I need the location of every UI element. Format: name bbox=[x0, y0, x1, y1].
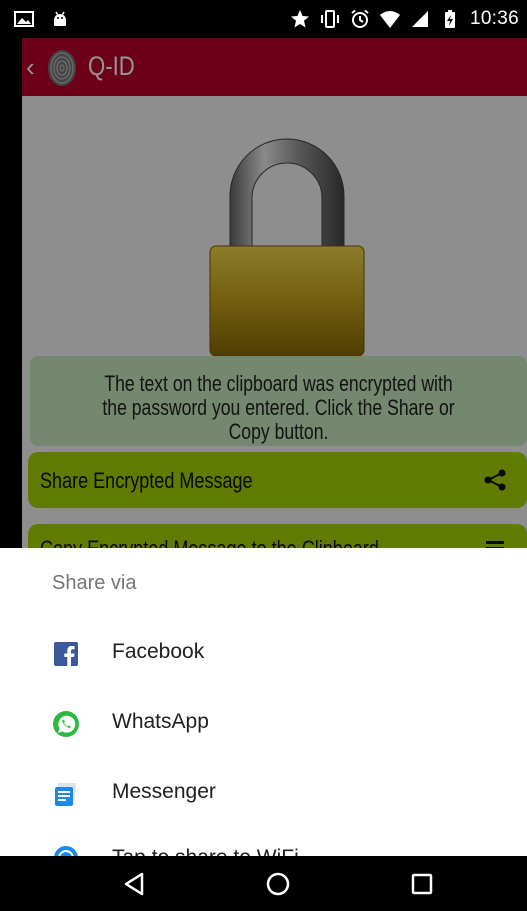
android-notification-icon bbox=[54, 11, 66, 26]
vibrate-icon bbox=[320, 10, 339, 28]
wifi-share-icon[interactable] bbox=[52, 844, 80, 856]
recents-icon[interactable] bbox=[408, 870, 436, 898]
dim-edge bbox=[0, 38, 22, 548]
share-sheet: Share via Facebook WhatsApp Messenger Ta… bbox=[0, 548, 527, 856]
battery-charging-icon bbox=[444, 10, 455, 28]
share-sheet-title: Share via bbox=[52, 572, 137, 594]
share-option-wifi-label[interactable]: Tap to share to WiFi bbox=[112, 846, 299, 856]
wifi-icon bbox=[379, 11, 400, 28]
share-option-whatsapp[interactable]: WhatsApp bbox=[0, 688, 527, 758]
share-option-facebook[interactable]: Facebook bbox=[0, 618, 527, 688]
share-option-messenger[interactable]: Messenger bbox=[0, 758, 527, 828]
alarm-icon bbox=[351, 9, 369, 28]
back-icon[interactable] bbox=[120, 870, 148, 898]
whatsapp-icon bbox=[53, 711, 79, 737]
scrim-overlay[interactable] bbox=[22, 38, 527, 548]
messenger-icon bbox=[55, 783, 76, 806]
signal-icon bbox=[411, 11, 428, 27]
navigation-bar bbox=[0, 856, 527, 911]
home-icon[interactable] bbox=[264, 870, 292, 898]
share-option-label: Facebook bbox=[112, 640, 205, 663]
share-option-label: Messenger bbox=[112, 780, 216, 803]
share-option-label: WhatsApp bbox=[112, 710, 209, 733]
image-notification-icon bbox=[14, 11, 34, 27]
facebook-icon bbox=[54, 642, 78, 666]
clock: 10:36 bbox=[469, 8, 519, 29]
star-icon bbox=[290, 10, 309, 28]
status-bar: 10:36 bbox=[0, 0, 527, 38]
